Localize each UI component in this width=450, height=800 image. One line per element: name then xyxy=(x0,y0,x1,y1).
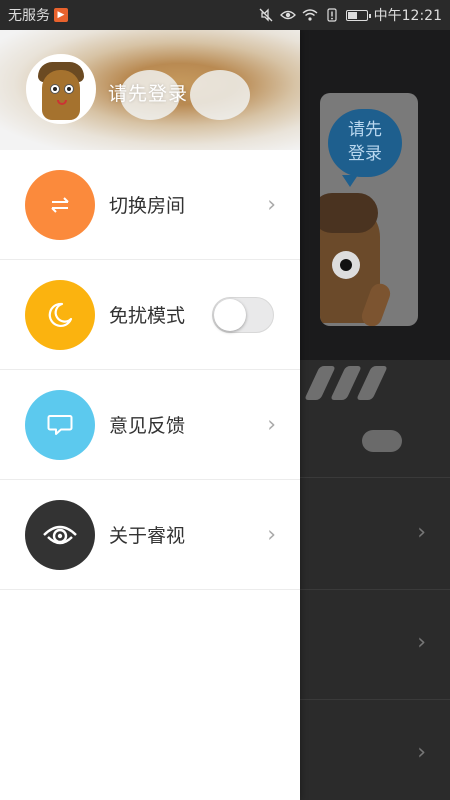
background-login-bubble: 请先 登录 xyxy=(328,109,402,187)
login-prompt[interactable]: 请先登录 xyxy=(108,79,188,106)
menu-item-about[interactable]: 关于睿视 › xyxy=(0,480,300,590)
chevron-right-icon: › xyxy=(267,412,276,437)
menu-item-label: 意见反馈 xyxy=(109,415,186,437)
battery-icon xyxy=(345,9,371,21)
alert-icon xyxy=(324,8,340,22)
eye-icon xyxy=(279,8,296,22)
eye-logo-icon xyxy=(25,499,95,570)
bubble-line-1: 请先 xyxy=(348,120,382,140)
background-mascot xyxy=(320,193,393,326)
mute-icon xyxy=(258,8,274,22)
do-not-disturb-toggle[interactable] xyxy=(212,296,274,333)
avatar[interactable] xyxy=(26,54,96,124)
menu-item-label: 关于睿视 xyxy=(109,525,186,547)
status-bar: 无服务 ▶ 中午12:21 xyxy=(0,0,450,30)
background-header: 请先 登录 xyxy=(300,30,450,360)
menu-item-label: 免扰模式 xyxy=(109,305,186,327)
bubble-line-2: 登录 xyxy=(348,144,382,164)
background-chevron-icon: › xyxy=(417,740,426,765)
swap-arrows-icon xyxy=(25,169,95,240)
background-chevron-icon: › xyxy=(417,630,426,655)
navigation-drawer: 请先登录 切换房间 › 免扰模式 意见反馈 › 关于睿视 › xyxy=(0,30,300,800)
menu-item-label: 切换房间 xyxy=(109,195,186,217)
drawer-header[interactable]: 请先登录 xyxy=(0,30,300,150)
chevron-right-icon: › xyxy=(267,192,276,217)
clock-text: 中午12:21 xyxy=(373,8,442,24)
chevron-right-icon: › xyxy=(267,522,276,547)
chat-bubble-icon xyxy=(25,389,95,460)
background-chevron-icon: › xyxy=(417,520,426,545)
moon-icon xyxy=(25,279,95,350)
background-mascot-card: 请先 登录 xyxy=(320,93,418,326)
app-notification-icon: ▶ xyxy=(54,8,68,22)
menu-item-do-not-disturb: 免扰模式 xyxy=(0,260,300,370)
wifi-icon xyxy=(302,8,318,22)
background-content: 请先 登录 › › › xyxy=(300,30,450,800)
menu-item-switch-room[interactable]: 切换房间 › xyxy=(0,150,300,260)
menu-item-feedback[interactable]: 意见反馈 › xyxy=(0,370,300,480)
carrier-text: 无服务 xyxy=(8,8,50,24)
